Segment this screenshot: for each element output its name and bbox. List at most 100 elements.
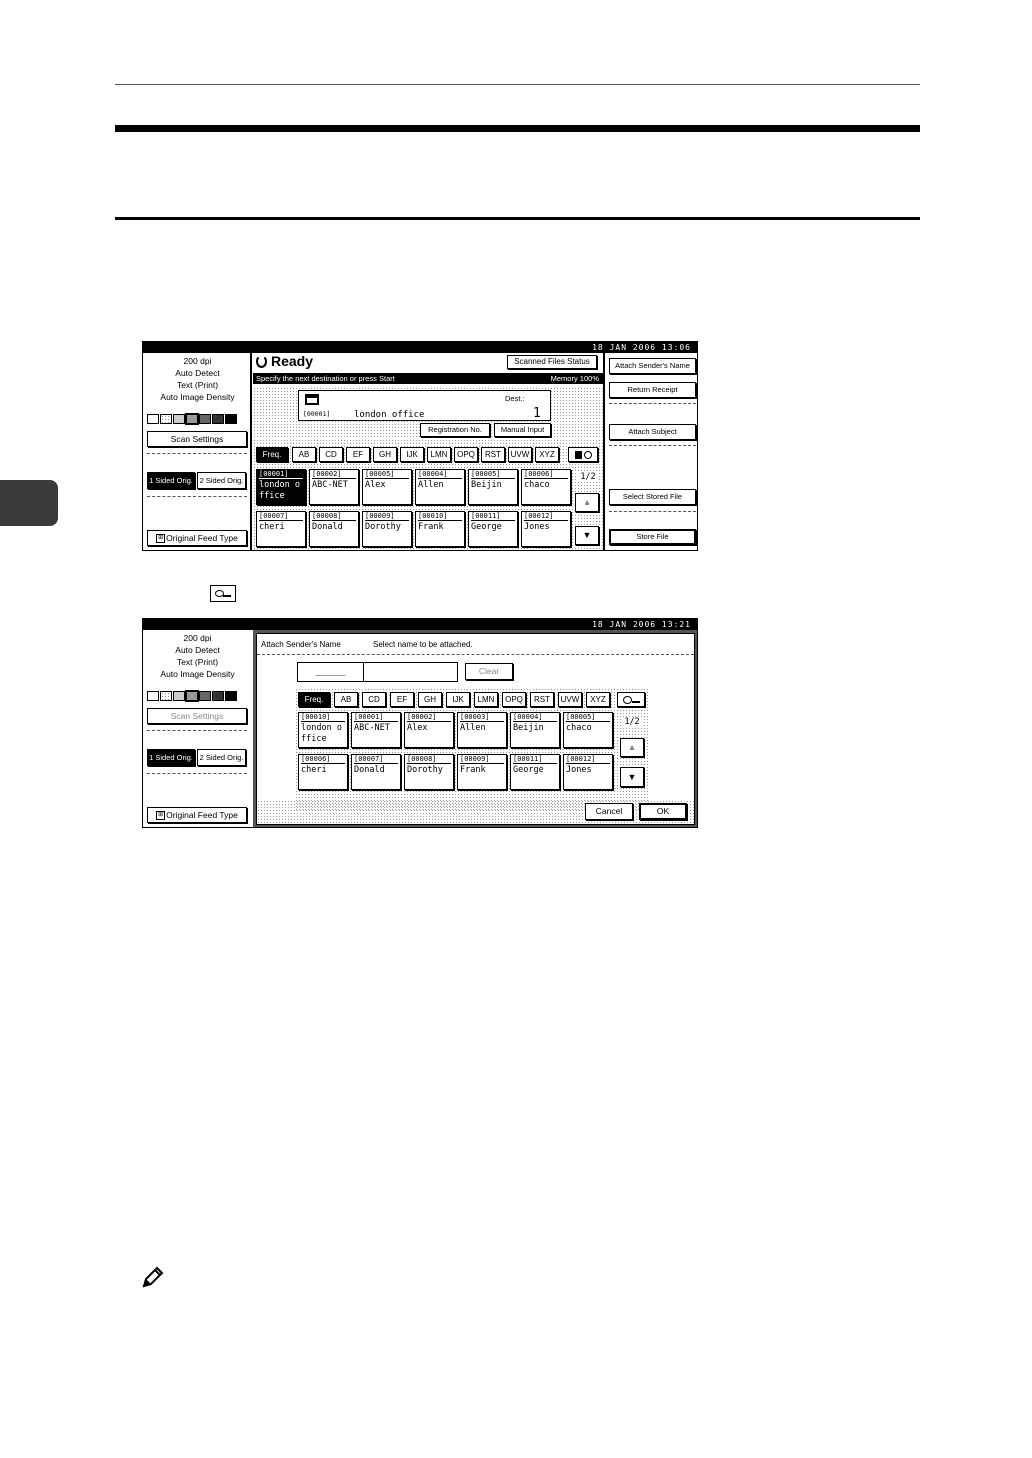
two-sided-original-button: 2 Sided Orig. <box>197 749 246 766</box>
address-cell[interactable]: [00004] Allen <box>415 469 465 505</box>
tab-freq[interactable]: Freq. <box>256 447 288 462</box>
one-sided-original-button[interactable]: 1 Sided Orig. <box>147 472 195 489</box>
address-cell[interactable]: [00003] Allen <box>457 712 507 748</box>
page-indicator: 1/2 <box>577 473 599 482</box>
destination-name: london office <box>354 410 425 420</box>
page-down-button[interactable]: ▼ <box>575 526 599 545</box>
scan-settings-panel: 200 dpi Auto Detect Text (Print) Auto Im… <box>143 353 252 550</box>
tab-lmn[interactable]: LMN <box>427 447 451 462</box>
attach-subject-button[interactable]: Attach Subject <box>609 424 696 440</box>
tab-opq[interactable]: OPQ <box>454 447 478 462</box>
tab-lmn[interactable]: LMN <box>474 692 498 707</box>
page-down-button[interactable]: ▼ <box>620 767 644 787</box>
original-feed-type-button[interactable]: ⊞ Original Feed Type <box>147 530 247 546</box>
address-cell[interactable]: [00005] chaco <box>563 712 613 748</box>
page-indicator: 1/2 <box>621 718 643 727</box>
tab-gh[interactable]: GH <box>418 692 442 707</box>
manual-input-button[interactable]: Manual Input <box>494 423 551 437</box>
density-selector <box>147 691 237 701</box>
search-button[interactable] <box>617 692 645 707</box>
destination-box: [00001] london office Dest.: 1 <box>298 390 551 421</box>
pencil-icon <box>140 1264 166 1290</box>
address-cell[interactable]: [00002] ABC-NET <box>309 469 359 505</box>
feed-type-icon: ⊞ <box>156 810 166 820</box>
address-cell[interactable]: [00011] George <box>510 754 560 790</box>
address-cell[interactable]: [00008] Dorothy <box>404 754 454 790</box>
two-sided-original-button[interactable]: 2 Sided Orig. <box>197 472 246 489</box>
destination-count-label: Dest.: <box>505 394 525 403</box>
tab-uvw[interactable]: UVW <box>558 692 582 707</box>
datetime-bar: 18 JAN 2006 13:06 <box>143 342 697 353</box>
tab-cd[interactable]: CD <box>319 447 343 462</box>
scan-settings-panel: 200 dpi Auto Detect Text (Print) Auto Im… <box>143 630 252 827</box>
search-destination-button[interactable] <box>568 447 598 462</box>
tab-ef[interactable]: EF <box>346 447 370 462</box>
registration-number-button[interactable]: Registration No. <box>420 423 490 437</box>
tab-freq[interactable]: Freq. <box>298 692 330 707</box>
tab-ab[interactable]: AB <box>334 692 358 707</box>
down-arrow-icon: ▼ <box>582 530 592 540</box>
store-file-button[interactable]: Store File <box>609 529 696 545</box>
address-cell[interactable]: [00005] Beijin <box>468 469 518 505</box>
ok-button[interactable]: OK <box>639 803 687 820</box>
memory-indicator: Memory 100% <box>550 374 599 383</box>
address-cell[interactable]: [00001] london office <box>256 469 306 505</box>
address-cell[interactable]: [00006] chaco <box>521 469 571 505</box>
tab-ijk[interactable]: IJK <box>400 447 424 462</box>
address-cell[interactable]: [00001] ABC-NET <box>351 712 401 748</box>
tab-cd[interactable]: CD <box>362 692 386 707</box>
dialog-title: Attach Sender's Name <box>261 640 341 649</box>
cancel-button[interactable]: Cancel <box>585 803 633 820</box>
attach-sender-dialog: Attach Sender's Name Select name to be a… <box>253 630 697 827</box>
density-label: Auto Image Density <box>160 392 235 402</box>
address-cell[interactable]: [00002] Alex <box>404 712 454 748</box>
address-cell[interactable]: [00005] Alex <box>362 469 412 505</box>
address-cell[interactable]: [00010] Frank <box>415 511 465 547</box>
address-cell[interactable]: [00010] london office <box>298 712 348 748</box>
tab-ijk[interactable]: IJK <box>446 692 470 707</box>
return-receipt-button[interactable]: Return Receipt <box>609 382 696 398</box>
tab-uvw[interactable]: UVW <box>508 447 532 462</box>
tab-ef[interactable]: EF <box>390 692 414 707</box>
file-folder-icon <box>305 394 319 405</box>
tab-rst[interactable]: RST <box>530 692 554 707</box>
chapter-tab <box>0 480 58 526</box>
scan-settings-button[interactable]: Scan Settings <box>147 431 247 447</box>
select-stored-file-button[interactable]: Select Stored File <box>609 489 696 505</box>
down-arrow-icon: ▼ <box>627 771 637 782</box>
tab-ab[interactable]: AB <box>292 447 316 462</box>
tab-rst[interactable]: RST <box>481 447 505 462</box>
original-feed-type-button: ⊞ Original Feed Type <box>147 807 247 823</box>
destination-area: [00001] london office Dest.: 1 Registrat… <box>253 387 603 439</box>
attach-senders-name-button[interactable]: Attach Sender's Name <box>609 358 696 374</box>
address-cell[interactable]: [00012] Jones <box>563 754 613 790</box>
tab-opq[interactable]: OPQ <box>502 692 526 707</box>
status-spinner-icon <box>256 354 267 368</box>
address-book-area: Freq. AB CD EF GH IJK LMN OPQ RST UVW XY… <box>295 688 650 811</box>
header-rule <box>115 84 920 85</box>
address-cell[interactable]: [00009] Dorothy <box>362 511 412 547</box>
address-cell[interactable]: [00006] cheri <box>298 754 348 790</box>
tab-xyz[interactable]: XYZ <box>586 692 610 707</box>
address-cell[interactable]: [00008] Donald <box>309 511 359 547</box>
attach-sender-screen: 18 JAN 2006 13:21 200 dpi Auto Detect Te… <box>142 618 698 828</box>
address-cell[interactable]: [00007] cheri <box>256 511 306 547</box>
feed-type-label: Original Feed Type <box>166 532 238 543</box>
search-key <box>210 585 236 602</box>
page-up-button[interactable]: ⩓ <box>620 738 644 757</box>
instruction-bar: Specify the next destination or press St… <box>253 373 603 384</box>
address-cell[interactable]: [00007] Donald <box>351 754 401 790</box>
destination-count: 1 <box>533 406 541 421</box>
page-up-button[interactable]: ⩓ <box>575 493 599 512</box>
dialog-instruction: Select name to be attached. <box>373 640 473 649</box>
tab-xyz[interactable]: XYZ <box>535 447 559 462</box>
scanned-files-status-button[interactable]: Scanned Files Status <box>507 355 597 369</box>
tab-gh[interactable]: GH <box>373 447 397 462</box>
scanner-main-screen: 18 JAN 2006 13:06 200 dpi Auto Detect Te… <box>142 341 698 551</box>
density-selector[interactable] <box>147 414 237 424</box>
address-cell[interactable]: [00012] Jones <box>521 511 571 547</box>
address-cell[interactable]: [00011] George <box>468 511 518 547</box>
address-cell[interactable]: [00009] Frank <box>457 754 507 790</box>
sender-name-input[interactable]: _____ <box>297 662 458 682</box>
address-cell[interactable]: [00004] Beijin <box>510 712 560 748</box>
